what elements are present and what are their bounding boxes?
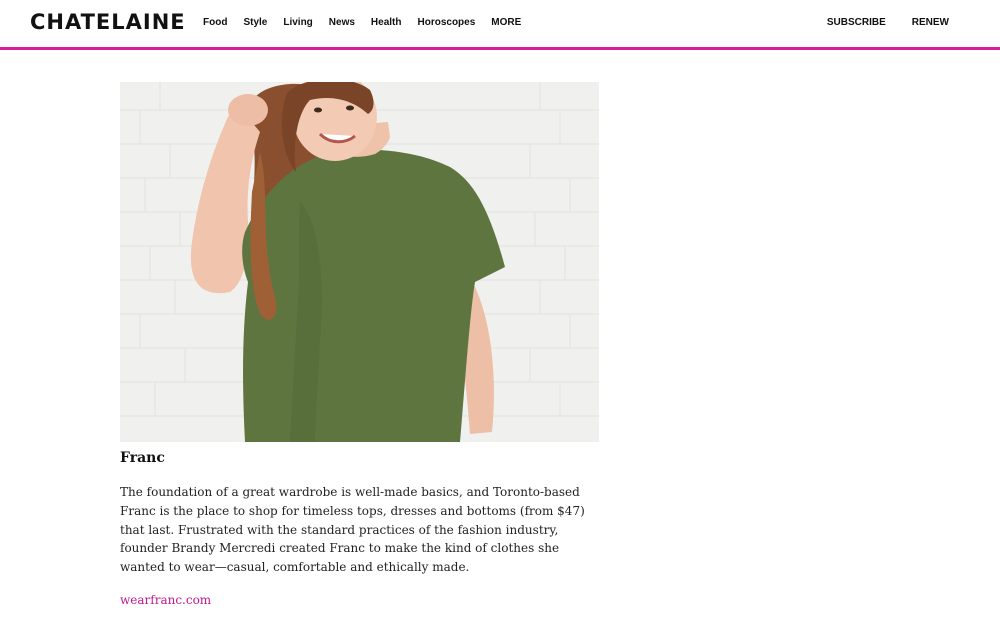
nav-horoscopes[interactable]: Horoscopes bbox=[417, 17, 475, 29]
nav-food[interactable]: Food bbox=[203, 17, 227, 29]
subscribe-link[interactable]: SUBSCRIBE bbox=[827, 17, 886, 29]
nav-more[interactable]: MORE bbox=[491, 17, 521, 29]
nav-health[interactable]: Health bbox=[371, 17, 402, 29]
primary-nav: Food Style Living News Health Horoscopes… bbox=[203, 17, 537, 29]
item-description: The foundation of a great wardrobe is we… bbox=[120, 485, 585, 575]
site-logo[interactable]: CHATELAINE bbox=[30, 10, 186, 34]
item-title: Franc bbox=[120, 450, 165, 466]
photo-woman-green-tshirt-icon bbox=[120, 82, 599, 442]
nav-living[interactable]: Living bbox=[283, 17, 312, 29]
article-photo bbox=[120, 82, 599, 442]
item-link[interactable]: wearfranc.com bbox=[120, 593, 211, 607]
site-header: CHATELAINE Food Style Living News Health… bbox=[0, 0, 1000, 50]
nav-style[interactable]: Style bbox=[243, 17, 267, 29]
account-nav: SUBSCRIBE RENEW bbox=[801, 17, 949, 29]
nav-news[interactable]: News bbox=[329, 17, 355, 29]
renew-link[interactable]: RENEW bbox=[912, 17, 949, 29]
